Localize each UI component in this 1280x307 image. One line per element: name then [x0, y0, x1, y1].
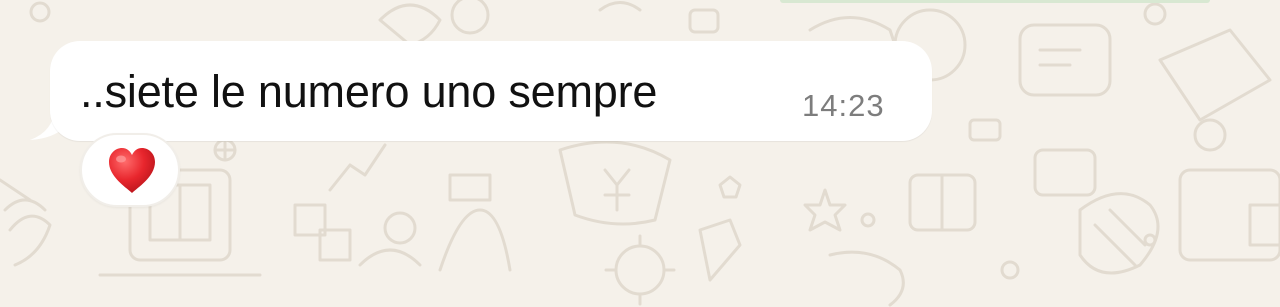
message-text: ..siete le numero uno sempre [80, 66, 658, 117]
message-timestamp: 14:23 [802, 88, 885, 123]
status-strip [780, 0, 1210, 3]
heart-icon [109, 148, 155, 193]
reaction-badge[interactable] [80, 133, 180, 207]
incoming-message-bubble[interactable]: ..siete le numero uno sempre 14:23 [50, 41, 932, 141]
